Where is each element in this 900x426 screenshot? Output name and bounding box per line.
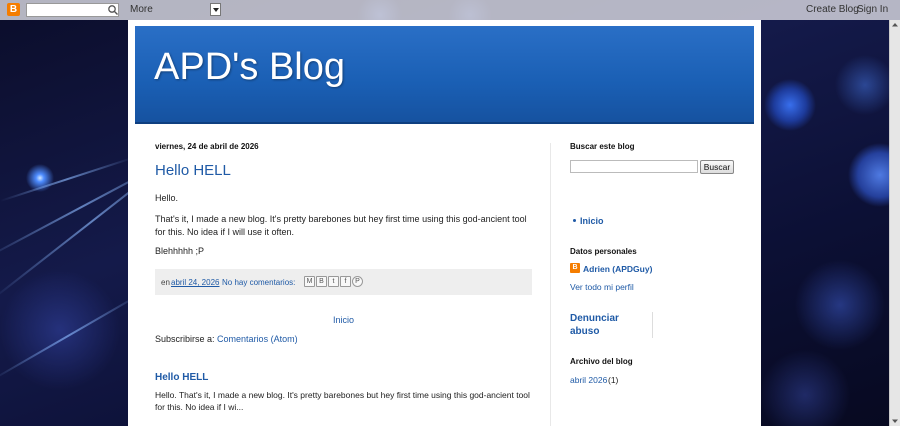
column-divider <box>550 143 551 426</box>
post-footer: en abril 24, 2026 No hay comentarios: M … <box>155 269 532 295</box>
post-footer-prefix: en <box>161 278 170 287</box>
main-column: viernes, 24 de abril de 2026 Hello HELL … <box>155 142 533 412</box>
background-streak <box>0 290 147 382</box>
atom-feed-link[interactable]: Comentarios (Atom) <box>217 334 298 344</box>
post-paragraph: Hello. <box>155 193 179 203</box>
author-name-link[interactable]: Adrien (APDGuy) <box>583 264 652 274</box>
more-dropdown-button[interactable] <box>210 3 221 16</box>
pinterest-share-icon[interactable]: P <box>352 276 363 287</box>
scroll-up-arrow-icon[interactable] <box>890 20 900 30</box>
home-link[interactable]: Inicio <box>333 315 354 325</box>
post-paragraph: Blehhhhh ;P <box>155 246 205 256</box>
profile-heading: Datos personales <box>570 247 637 256</box>
archive-month-link[interactable]: abril 2026 <box>570 375 607 385</box>
blog-title[interactable]: APD's Blog <box>154 46 345 89</box>
navbar-search-input[interactable] <box>26 3 119 17</box>
pages-inicio-link[interactable]: Inicio <box>580 216 604 226</box>
post-title-link[interactable]: Hello HELL <box>155 162 231 179</box>
view-profile-link[interactable]: Ver todo mi perfil <box>570 282 634 292</box>
scroll-down-arrow-icon[interactable] <box>890 416 900 426</box>
sign-in-link[interactable]: Sign In <box>857 4 888 15</box>
blogger-navbar: B More Create Blog Sign In <box>0 0 900 20</box>
facebook-share-icon[interactable]: f <box>340 276 351 287</box>
search-icon[interactable] <box>107 4 119 16</box>
vertical-scrollbar[interactable] <box>889 20 900 426</box>
archive-heading: Archivo del blog <box>570 357 633 366</box>
background-streak <box>0 156 134 202</box>
post-permalink-date[interactable]: abril 24, 2026 <box>171 278 219 287</box>
blog-this-share-icon[interactable]: B <box>316 276 327 287</box>
blog-container: APD's Blog viernes, 24 de abril de 2026 … <box>128 20 761 426</box>
featured-post-title[interactable]: Hello HELL <box>155 372 208 383</box>
subscribe-line: Subscribirse a: Comentarios (Atom) <box>155 334 298 344</box>
twitter-share-icon[interactable]: t <box>328 276 339 287</box>
report-abuse-link[interactable]: Denunciar abuso <box>570 312 640 338</box>
comments-link[interactable]: No hay comentarios: <box>222 278 295 287</box>
post-date: viernes, 24 de abril de 2026 <box>155 142 259 151</box>
blog-search-input[interactable] <box>570 160 698 173</box>
create-blog-link[interactable]: Create Blog <box>806 4 859 15</box>
subscribe-label: Subscribirse a: <box>155 334 215 344</box>
bullet-icon <box>573 219 576 222</box>
archive-post-count: (1) <box>608 375 619 385</box>
blog-search-button[interactable]: Buscar <box>700 160 734 174</box>
search-widget-heading: Buscar este blog <box>570 142 635 151</box>
featured-post-snippet: Hello. That's it, I made a new blog. It'… <box>155 390 530 412</box>
more-menu-label[interactable]: More <box>130 4 153 15</box>
blogger-logo-icon[interactable]: B <box>7 3 20 16</box>
blog-header: APD's Blog <box>135 26 754 124</box>
email-share-icon[interactable]: M <box>304 276 315 287</box>
blogger-profile-icon: B <box>570 263 580 273</box>
post-paragraph: That's it, I made a new blog. It's prett… <box>155 214 527 237</box>
widget-divider <box>652 312 653 338</box>
